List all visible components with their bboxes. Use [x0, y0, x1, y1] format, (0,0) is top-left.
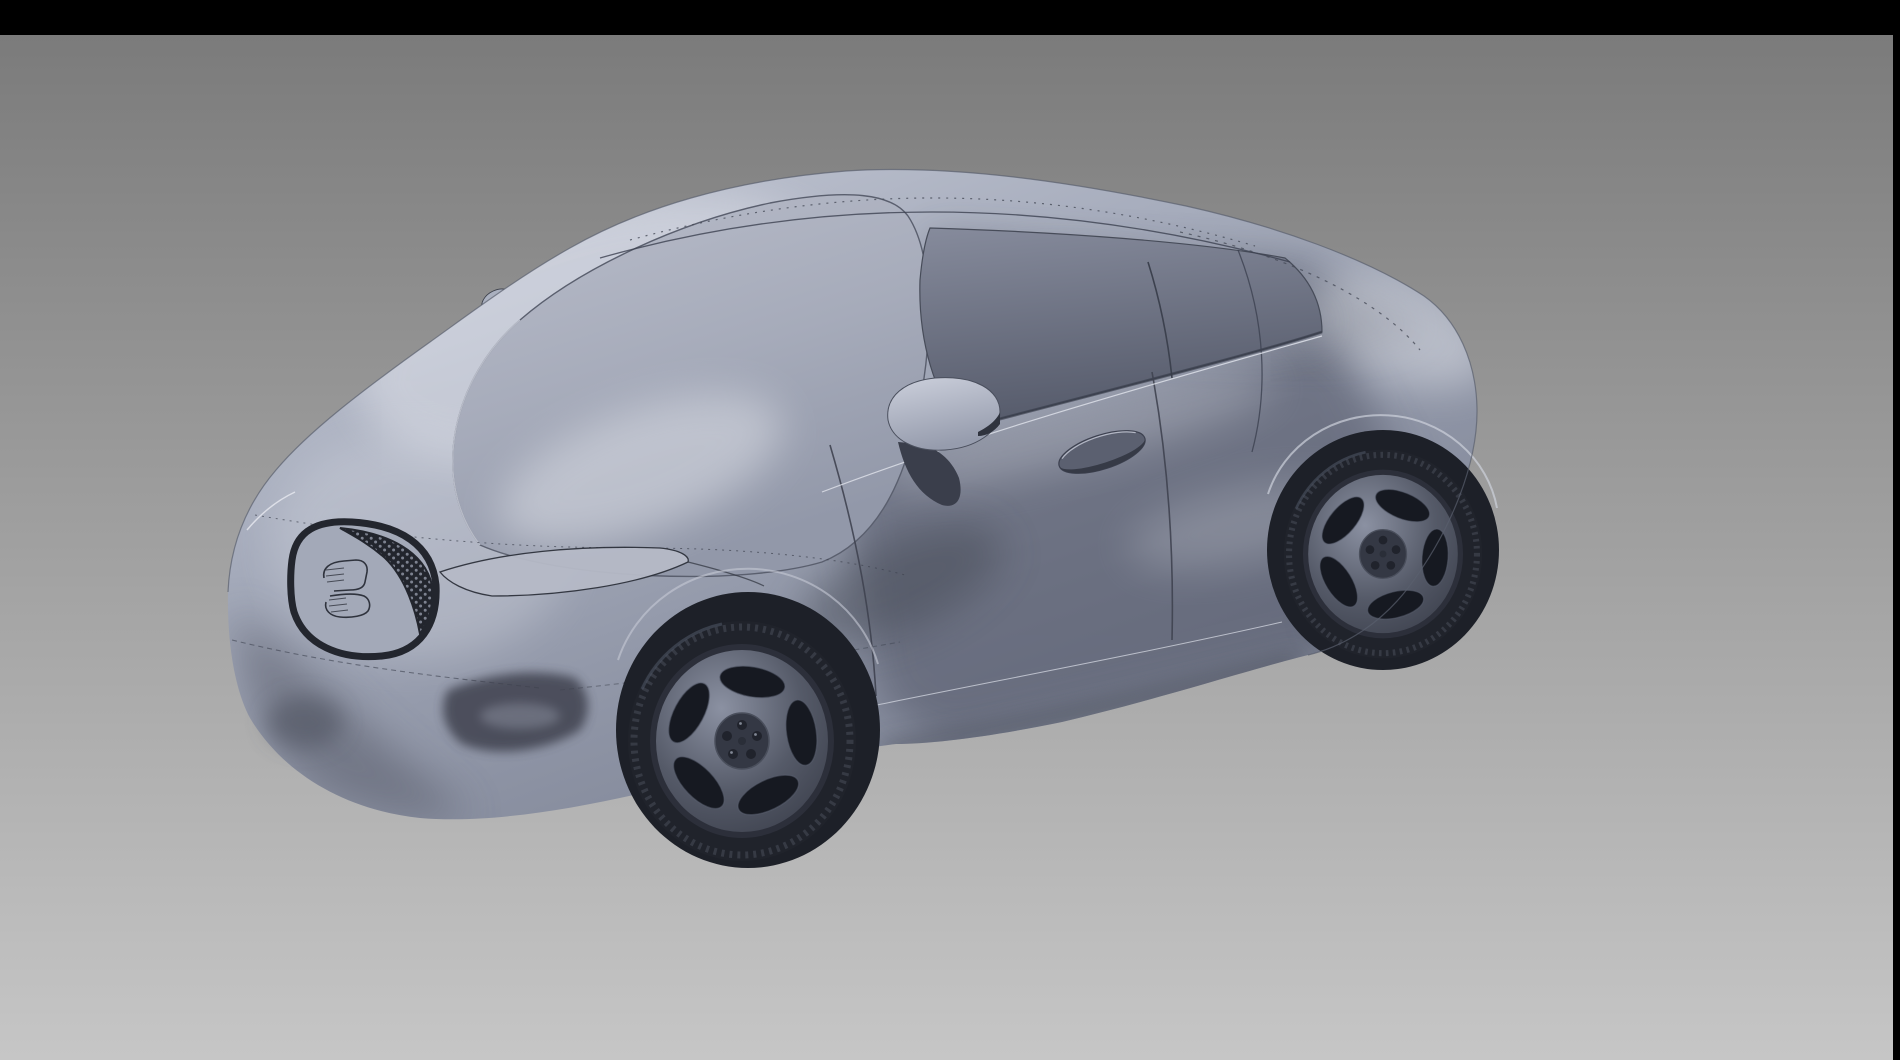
letterbox-right — [1893, 0, 1900, 1060]
front-wheel — [628, 621, 856, 861]
front-grille — [291, 522, 436, 657]
rear-wheel — [1284, 450, 1482, 659]
render-viewport[interactable] — [0, 0, 1900, 1060]
render-canvas[interactable] — [0, 0, 1900, 1060]
letterbox-top — [0, 0, 1900, 35]
